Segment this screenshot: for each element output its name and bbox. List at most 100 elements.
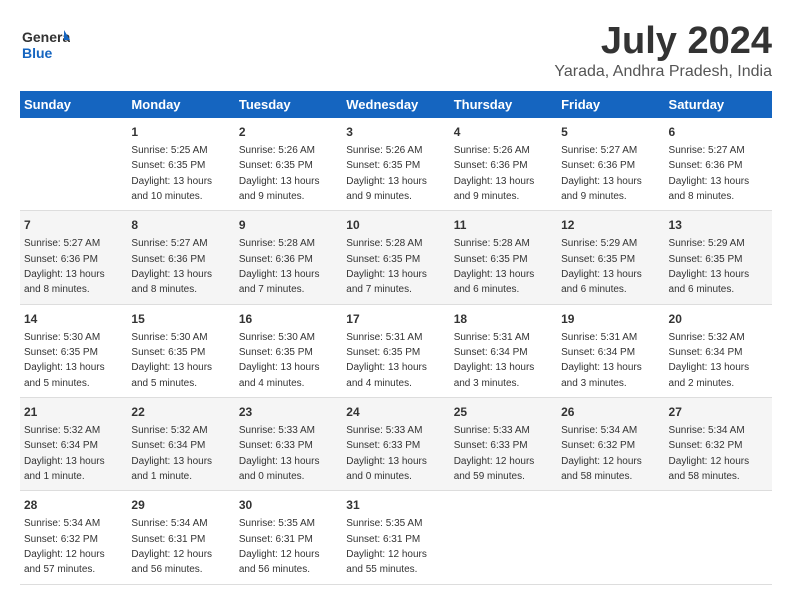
weekday-header-monday: Monday — [127, 91, 234, 118]
calendar-cell: 13 Sunrise: 5:29 AMSunset: 6:35 PMDaylig… — [665, 211, 772, 304]
day-number: 22 — [131, 404, 230, 421]
day-info: Sunrise: 5:31 AMSunset: 6:34 PMDaylight:… — [561, 332, 642, 389]
logo-icon: General Blue — [20, 20, 70, 70]
day-number: 25 — [454, 404, 553, 421]
day-info: Sunrise: 5:34 AMSunset: 6:32 PMDaylight:… — [561, 425, 642, 482]
calendar-cell: 28 Sunrise: 5:34 AMSunset: 6:32 PMDaylig… — [20, 491, 127, 584]
day-number: 2 — [239, 124, 338, 141]
weekday-header-wednesday: Wednesday — [342, 91, 449, 118]
calendar-cell — [557, 491, 664, 584]
calendar-cell — [665, 491, 772, 584]
calendar-cell: 18 Sunrise: 5:31 AMSunset: 6:34 PMDaylig… — [450, 304, 557, 397]
day-info: Sunrise: 5:27 AMSunset: 6:36 PMDaylight:… — [131, 238, 212, 295]
calendar-cell — [450, 491, 557, 584]
week-row-2: 7 Sunrise: 5:27 AMSunset: 6:36 PMDayligh… — [20, 211, 772, 304]
day-number: 21 — [24, 404, 123, 421]
weekday-header-thursday: Thursday — [450, 91, 557, 118]
calendar-cell: 10 Sunrise: 5:28 AMSunset: 6:35 PMDaylig… — [342, 211, 449, 304]
calendar-cell: 11 Sunrise: 5:28 AMSunset: 6:35 PMDaylig… — [450, 211, 557, 304]
calendar-cell: 15 Sunrise: 5:30 AMSunset: 6:35 PMDaylig… — [127, 304, 234, 397]
day-number: 27 — [669, 404, 768, 421]
day-info: Sunrise: 5:31 AMSunset: 6:35 PMDaylight:… — [346, 332, 427, 389]
day-number: 23 — [239, 404, 338, 421]
day-number: 9 — [239, 217, 338, 234]
calendar-cell: 2 Sunrise: 5:26 AMSunset: 6:35 PMDayligh… — [235, 118, 342, 211]
day-number: 14 — [24, 311, 123, 328]
week-row-5: 28 Sunrise: 5:34 AMSunset: 6:32 PMDaylig… — [20, 491, 772, 584]
week-row-1: 1 Sunrise: 5:25 AMSunset: 6:35 PMDayligh… — [20, 118, 772, 211]
day-info: Sunrise: 5:27 AMSunset: 6:36 PMDaylight:… — [24, 238, 105, 295]
day-info: Sunrise: 5:33 AMSunset: 6:33 PMDaylight:… — [346, 425, 427, 482]
day-info: Sunrise: 5:28 AMSunset: 6:36 PMDaylight:… — [239, 238, 320, 295]
day-info: Sunrise: 5:27 AMSunset: 6:36 PMDaylight:… — [669, 145, 750, 202]
day-number: 7 — [24, 217, 123, 234]
title-block: July 2024 Yarada, Andhra Pradesh, India — [554, 20, 772, 81]
calendar-cell: 5 Sunrise: 5:27 AMSunset: 6:36 PMDayligh… — [557, 118, 664, 211]
day-info: Sunrise: 5:32 AMSunset: 6:34 PMDaylight:… — [669, 332, 750, 389]
day-number: 8 — [131, 217, 230, 234]
day-info: Sunrise: 5:26 AMSunset: 6:35 PMDaylight:… — [239, 145, 320, 202]
day-number: 16 — [239, 311, 338, 328]
day-number: 11 — [454, 217, 553, 234]
day-number: 13 — [669, 217, 768, 234]
day-number: 10 — [346, 217, 445, 234]
calendar-table: SundayMondayTuesdayWednesdayThursdayFrid… — [20, 91, 772, 585]
day-info: Sunrise: 5:31 AMSunset: 6:34 PMDaylight:… — [454, 332, 535, 389]
calendar-cell: 6 Sunrise: 5:27 AMSunset: 6:36 PMDayligh… — [665, 118, 772, 211]
day-number: 6 — [669, 124, 768, 141]
day-number: 31 — [346, 497, 445, 514]
day-info: Sunrise: 5:25 AMSunset: 6:35 PMDaylight:… — [131, 145, 212, 202]
calendar-cell: 31 Sunrise: 5:35 AMSunset: 6:31 PMDaylig… — [342, 491, 449, 584]
weekday-header-friday: Friday — [557, 91, 664, 118]
day-number: 19 — [561, 311, 660, 328]
day-number: 28 — [24, 497, 123, 514]
day-info: Sunrise: 5:30 AMSunset: 6:35 PMDaylight:… — [131, 332, 212, 389]
calendar-cell: 1 Sunrise: 5:25 AMSunset: 6:35 PMDayligh… — [127, 118, 234, 211]
day-info: Sunrise: 5:33 AMSunset: 6:33 PMDaylight:… — [239, 425, 320, 482]
day-number: 17 — [346, 311, 445, 328]
day-number: 3 — [346, 124, 445, 141]
day-info: Sunrise: 5:32 AMSunset: 6:34 PMDaylight:… — [131, 425, 212, 482]
day-info: Sunrise: 5:34 AMSunset: 6:32 PMDaylight:… — [669, 425, 750, 482]
calendar-cell: 24 Sunrise: 5:33 AMSunset: 6:33 PMDaylig… — [342, 398, 449, 491]
day-info: Sunrise: 5:29 AMSunset: 6:35 PMDaylight:… — [561, 238, 642, 295]
day-info: Sunrise: 5:26 AMSunset: 6:35 PMDaylight:… — [346, 145, 427, 202]
day-info: Sunrise: 5:27 AMSunset: 6:36 PMDaylight:… — [561, 145, 642, 202]
day-number: 20 — [669, 311, 768, 328]
day-number: 18 — [454, 311, 553, 328]
week-row-3: 14 Sunrise: 5:30 AMSunset: 6:35 PMDaylig… — [20, 304, 772, 397]
calendar-cell: 4 Sunrise: 5:26 AMSunset: 6:36 PMDayligh… — [450, 118, 557, 211]
day-number: 5 — [561, 124, 660, 141]
calendar-cell: 25 Sunrise: 5:33 AMSunset: 6:33 PMDaylig… — [450, 398, 557, 491]
day-number: 4 — [454, 124, 553, 141]
weekday-header-saturday: Saturday — [665, 91, 772, 118]
day-info: Sunrise: 5:26 AMSunset: 6:36 PMDaylight:… — [454, 145, 535, 202]
calendar-cell: 30 Sunrise: 5:35 AMSunset: 6:31 PMDaylig… — [235, 491, 342, 584]
calendar-cell: 17 Sunrise: 5:31 AMSunset: 6:35 PMDaylig… — [342, 304, 449, 397]
calendar-cell: 26 Sunrise: 5:34 AMSunset: 6:32 PMDaylig… — [557, 398, 664, 491]
day-number: 30 — [239, 497, 338, 514]
page-header: General Blue July 2024 Yarada, Andhra Pr… — [20, 20, 772, 81]
weekday-header-sunday: Sunday — [20, 91, 127, 118]
calendar-cell: 3 Sunrise: 5:26 AMSunset: 6:35 PMDayligh… — [342, 118, 449, 211]
calendar-cell: 19 Sunrise: 5:31 AMSunset: 6:34 PMDaylig… — [557, 304, 664, 397]
day-info: Sunrise: 5:29 AMSunset: 6:35 PMDaylight:… — [669, 238, 750, 295]
day-info: Sunrise: 5:28 AMSunset: 6:35 PMDaylight:… — [346, 238, 427, 295]
day-info: Sunrise: 5:35 AMSunset: 6:31 PMDaylight:… — [346, 518, 427, 575]
calendar-cell: 16 Sunrise: 5:30 AMSunset: 6:35 PMDaylig… — [235, 304, 342, 397]
sub-title: Yarada, Andhra Pradesh, India — [554, 63, 772, 81]
day-info: Sunrise: 5:35 AMSunset: 6:31 PMDaylight:… — [239, 518, 320, 575]
day-info: Sunrise: 5:32 AMSunset: 6:34 PMDaylight:… — [24, 425, 105, 482]
svg-text:Blue: Blue — [22, 45, 53, 61]
day-number: 29 — [131, 497, 230, 514]
day-number: 15 — [131, 311, 230, 328]
day-number: 1 — [131, 124, 230, 141]
calendar-cell: 14 Sunrise: 5:30 AMSunset: 6:35 PMDaylig… — [20, 304, 127, 397]
calendar-cell: 21 Sunrise: 5:32 AMSunset: 6:34 PMDaylig… — [20, 398, 127, 491]
day-info: Sunrise: 5:28 AMSunset: 6:35 PMDaylight:… — [454, 238, 535, 295]
weekday-header-row: SundayMondayTuesdayWednesdayThursdayFrid… — [20, 91, 772, 118]
week-row-4: 21 Sunrise: 5:32 AMSunset: 6:34 PMDaylig… — [20, 398, 772, 491]
day-number: 26 — [561, 404, 660, 421]
main-title: July 2024 — [554, 20, 772, 63]
day-number: 24 — [346, 404, 445, 421]
